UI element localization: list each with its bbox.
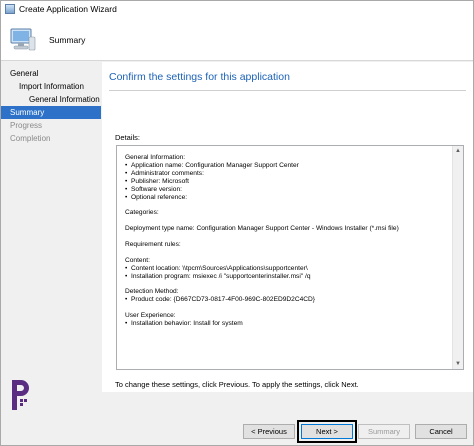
user-experience-item: Installation behavior: Install for syste… — [125, 320, 425, 328]
general-info-item: Publisher: Microsoft — [125, 178, 425, 186]
brand-logo-icon — [12, 380, 29, 410]
next-button[interactable]: Next > — [301, 424, 353, 439]
scroll-down-arrow-icon[interactable]: ▼ — [453, 359, 463, 369]
computer-icon — [10, 28, 36, 51]
content-item: Installation program: msiexec /i "suppor… — [125, 273, 425, 281]
cancel-button[interactable]: Cancel — [415, 424, 467, 439]
sidebar-item-progress: Progress — [10, 121, 43, 130]
user-experience-title: User Experience: — [125, 312, 176, 320]
detection-item: Product code: {D667CD73-0817-4F00-969C-8… — [125, 296, 425, 304]
details-scrollbar[interactable]: ▲ ▼ — [452, 146, 463, 369]
deployment-type-line: Deployment type name: Configuration Mana… — [125, 225, 399, 233]
general-info-item: Software version: — [125, 186, 425, 194]
details-label: Details: — [115, 133, 141, 142]
details-text-area[interactable]: General Information: Application name: C… — [116, 145, 464, 370]
footer-instructions: To change these settings, click Previous… — [115, 380, 359, 389]
sidebar-item-summary[interactable]: Summary — [1, 106, 101, 119]
wizard-sidebar: General Import Information General Infor… — [1, 62, 101, 392]
header-title: Summary — [49, 35, 86, 45]
requirement-rules-line: Requirement rules: — [125, 240, 181, 248]
content-item: Content location: \\tpcm\Sources\Applica… — [125, 265, 425, 273]
sidebar-item-import-information[interactable]: Import Information — [1, 80, 101, 93]
window-title: Create Application Wizard — [19, 4, 117, 14]
general-info-item: Administrator comments: — [125, 170, 425, 178]
wizard-window: Create Application Wizard Summary Genera… — [0, 0, 474, 446]
wizard-header: Summary — [1, 17, 473, 61]
sidebar-item-completion: Completion — [10, 134, 51, 143]
general-info-item: Optional reference: — [125, 194, 425, 202]
general-info-item: Application name: Configuration Manager … — [125, 162, 425, 170]
title-bar: Create Application Wizard — [1, 1, 473, 17]
categories-line: Categories: — [125, 209, 159, 217]
sidebar-item-general[interactable]: General — [1, 67, 101, 80]
previous-button[interactable]: < Previous — [243, 424, 295, 439]
summary-button: Summary — [358, 424, 410, 439]
content-title: Content: — [125, 256, 150, 264]
scroll-up-arrow-icon[interactable]: ▲ — [453, 146, 463, 156]
detection-method-title: Detection Method: — [125, 288, 179, 296]
sidebar-item-general-information[interactable]: General Information — [1, 93, 101, 106]
general-info-title: General Information: — [125, 154, 186, 161]
heading-divider — [109, 90, 466, 91]
wizard-content: Confirm the settings for this applicatio… — [102, 62, 473, 392]
page-heading: Confirm the settings for this applicatio… — [109, 71, 290, 83]
app-icon — [5, 4, 15, 14]
